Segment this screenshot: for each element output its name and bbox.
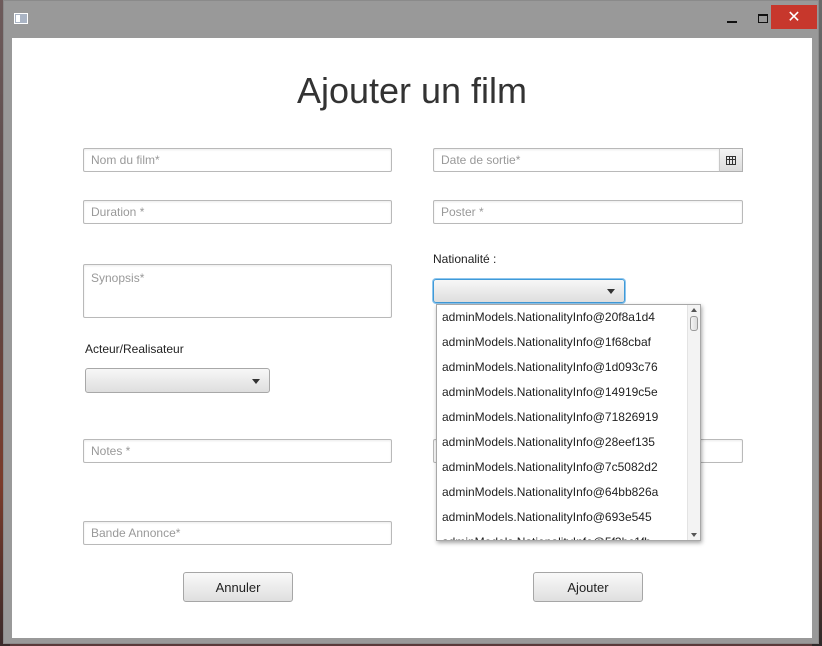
scrollbar-thumb[interactable]: [690, 316, 698, 331]
nationalite-dropdown-popup: adminModels.NationalityInfo@20f8a1d4 adm…: [436, 304, 701, 541]
duration-input[interactable]: Duration *: [83, 200, 392, 224]
minimize-button[interactable]: [716, 6, 748, 30]
acteur-realisateur-select[interactable]: [85, 368, 270, 393]
chevron-down-icon: [607, 289, 615, 294]
minimize-icon: [727, 21, 737, 23]
calendar-icon: [726, 155, 736, 165]
acteur-realisateur-label: Acteur/Realisateur: [85, 342, 184, 356]
list-item[interactable]: adminModels.NationalityInfo@1d093c76: [437, 355, 687, 380]
ajouter-button[interactable]: Ajouter: [533, 572, 643, 602]
app-window: ✕ Ajouter un film Nom du film* Duration …: [3, 0, 819, 644]
chevron-down-icon: [252, 378, 260, 384]
annuler-button[interactable]: Annuler: [183, 572, 293, 602]
date-sortie-placeholder: Date de sortie*: [441, 153, 521, 167]
synopsis-textarea[interactable]: Synopsis*: [83, 264, 392, 318]
bande-annonce-input[interactable]: Bande Annonce*: [83, 521, 392, 545]
popup-scrollbar[interactable]: [687, 305, 700, 540]
maximize-icon: [758, 13, 768, 23]
date-picker-button[interactable]: [719, 148, 743, 172]
nationalite-label: Nationalité :: [433, 252, 497, 266]
poster-input[interactable]: Poster *: [433, 200, 743, 224]
list-item[interactable]: adminModels.NationalityInfo@1f68cbaf: [437, 330, 687, 355]
nom-film-input[interactable]: Nom du film*: [83, 148, 392, 172]
list-item[interactable]: adminModels.NationalityInfo@28eef135: [437, 430, 687, 455]
nationalite-select[interactable]: [433, 279, 625, 303]
duration-placeholder: Duration *: [91, 205, 145, 219]
nationalite-options-list: adminModels.NationalityInfo@20f8a1d4 adm…: [437, 305, 687, 540]
list-item[interactable]: adminModels.NationalityInfo@20f8a1d4: [437, 305, 687, 330]
notes-placeholder: Notes *: [91, 444, 131, 458]
close-icon: ✕: [787, 9, 801, 26]
bande-annonce-placeholder: Bande Annonce*: [91, 526, 181, 540]
list-item[interactable]: adminModels.NationalityInfo@64bb826a: [437, 480, 687, 505]
form-panel: Ajouter un film Nom du film* Duration * …: [12, 38, 812, 638]
list-item[interactable]: adminModels.NationalityInfo@7c5082d2: [437, 455, 687, 480]
app-window-icon: [14, 13, 28, 24]
scroll-up-arrow-icon[interactable]: [691, 308, 697, 312]
nom-film-placeholder: Nom du film*: [91, 153, 160, 167]
date-sortie-input[interactable]: Date de sortie*: [433, 148, 719, 172]
poster-placeholder: Poster *: [441, 205, 484, 219]
title-bar[interactable]: ✕: [4, 1, 818, 38]
synopsis-placeholder: Synopsis*: [91, 271, 145, 285]
list-item[interactable]: adminModels.NationalityInfo@14919c5e: [437, 380, 687, 405]
page-title: Ajouter un film: [296, 70, 528, 111]
list-item[interactable]: adminModels.NationalityInfo@71826919: [437, 405, 687, 430]
notes-input[interactable]: Notes *: [83, 439, 392, 463]
list-item[interactable]: adminModels.NationalityInfo@693e545: [437, 505, 687, 530]
close-button[interactable]: ✕: [771, 5, 817, 29]
scroll-down-arrow-icon[interactable]: [691, 533, 697, 537]
list-item[interactable]: adminModels.NationalityInfo@5f3bc1fb: [437, 530, 687, 540]
